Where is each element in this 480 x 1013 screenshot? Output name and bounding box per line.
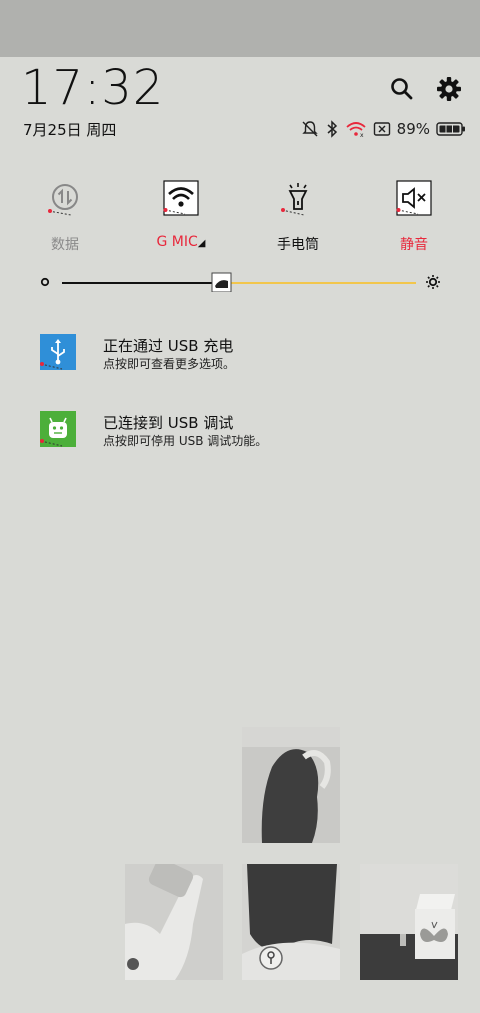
no-sim-icon [373,122,390,136]
brightness-low-icon [40,277,50,287]
wallpaper-tile-right [360,864,458,980]
android-debug-icon [40,411,76,447]
tile-label-flashlight: 手电筒 [277,237,319,253]
tile-label-wifi: G MIC◢ [141,234,221,250]
tile-label-data: 数据 [51,237,79,253]
settings-button[interactable] [434,74,464,104]
date-text: 7月25日 周四 [23,121,117,139]
wallpaper-tile-top [242,727,340,843]
svg-text:x: x [360,132,364,138]
battery-percent: 89% [396,120,430,138]
usb-icon [40,334,76,370]
slider-thumb[interactable] [211,272,232,293]
brightness-slider[interactable] [40,272,450,293]
notification-usb-debugging[interactable]: 已连接到 USB 调试 点按即可停用 USB 调试功能。 [40,411,460,451]
tile-mute[interactable]: 静音 [374,180,454,254]
mute-icon [396,180,432,216]
search-button[interactable] [387,74,417,104]
clock-time: 17:32 [21,60,165,116]
flashlight-icon [280,180,316,216]
notification-title: 正在通过 USB 充电 [103,337,234,355]
status-icons: x 89% [301,118,466,140]
muted-bell-icon [301,121,318,137]
tile-wifi[interactable]: G MIC◢ [141,180,221,250]
tile-label-wifi-text: G MIC [156,234,198,250]
tile-label-mute: 静音 [400,237,428,253]
bluetooth-icon [327,120,337,138]
data-toggle-icon [47,180,83,216]
notification-subtitle: 点按即可查看更多选项。 [103,357,236,371]
search-icon [391,78,413,100]
notification-subtitle: 点按即可停用 USB 调试功能。 [103,434,268,448]
wifi-icon [163,180,199,216]
wallpaper-tile-left [125,864,223,980]
notification-usb-charging[interactable]: 正在通过 USB 充电 点按即可查看更多选项。 [40,334,460,374]
top-status-strip [0,0,480,57]
battery-icon [436,122,465,136]
tile-mobile-data[interactable]: 数据 [25,180,105,254]
brightness-high-icon [426,275,440,289]
wallpaper-tile-center [242,864,340,980]
expand-arrow-icon: ◢ [197,238,206,249]
notification-title: 已连接到 USB 调试 [103,414,234,432]
tile-flashlight[interactable]: 手电筒 [258,180,338,254]
gear-icon [437,77,461,101]
wifi-signal-icon: x [346,122,366,138]
